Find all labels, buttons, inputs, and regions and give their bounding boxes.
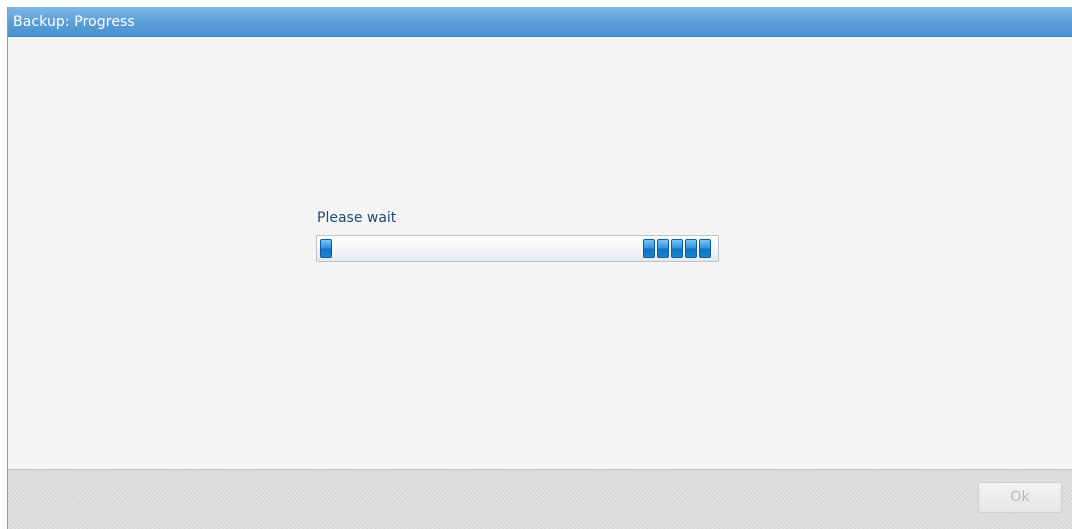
progress-segment [657, 239, 669, 258]
dialog-footer: Ok [8, 469, 1072, 529]
progress-segment [643, 239, 655, 258]
backup-progress-dialog: Backup: Progress Please wait Ok [7, 7, 1072, 529]
progress-segment [320, 239, 332, 258]
dialog-title-bar[interactable]: Backup: Progress [8, 7, 1072, 37]
dialog-title: Backup: Progress [13, 14, 135, 30]
progress-segment [685, 239, 697, 258]
dialog-content: Please wait [8, 37, 1072, 469]
progress-bar [316, 235, 719, 262]
progress-segment [699, 239, 711, 258]
please-wait-label: Please wait [317, 210, 397, 226]
ok-button[interactable]: Ok [978, 482, 1062, 513]
progress-segment [671, 239, 683, 258]
